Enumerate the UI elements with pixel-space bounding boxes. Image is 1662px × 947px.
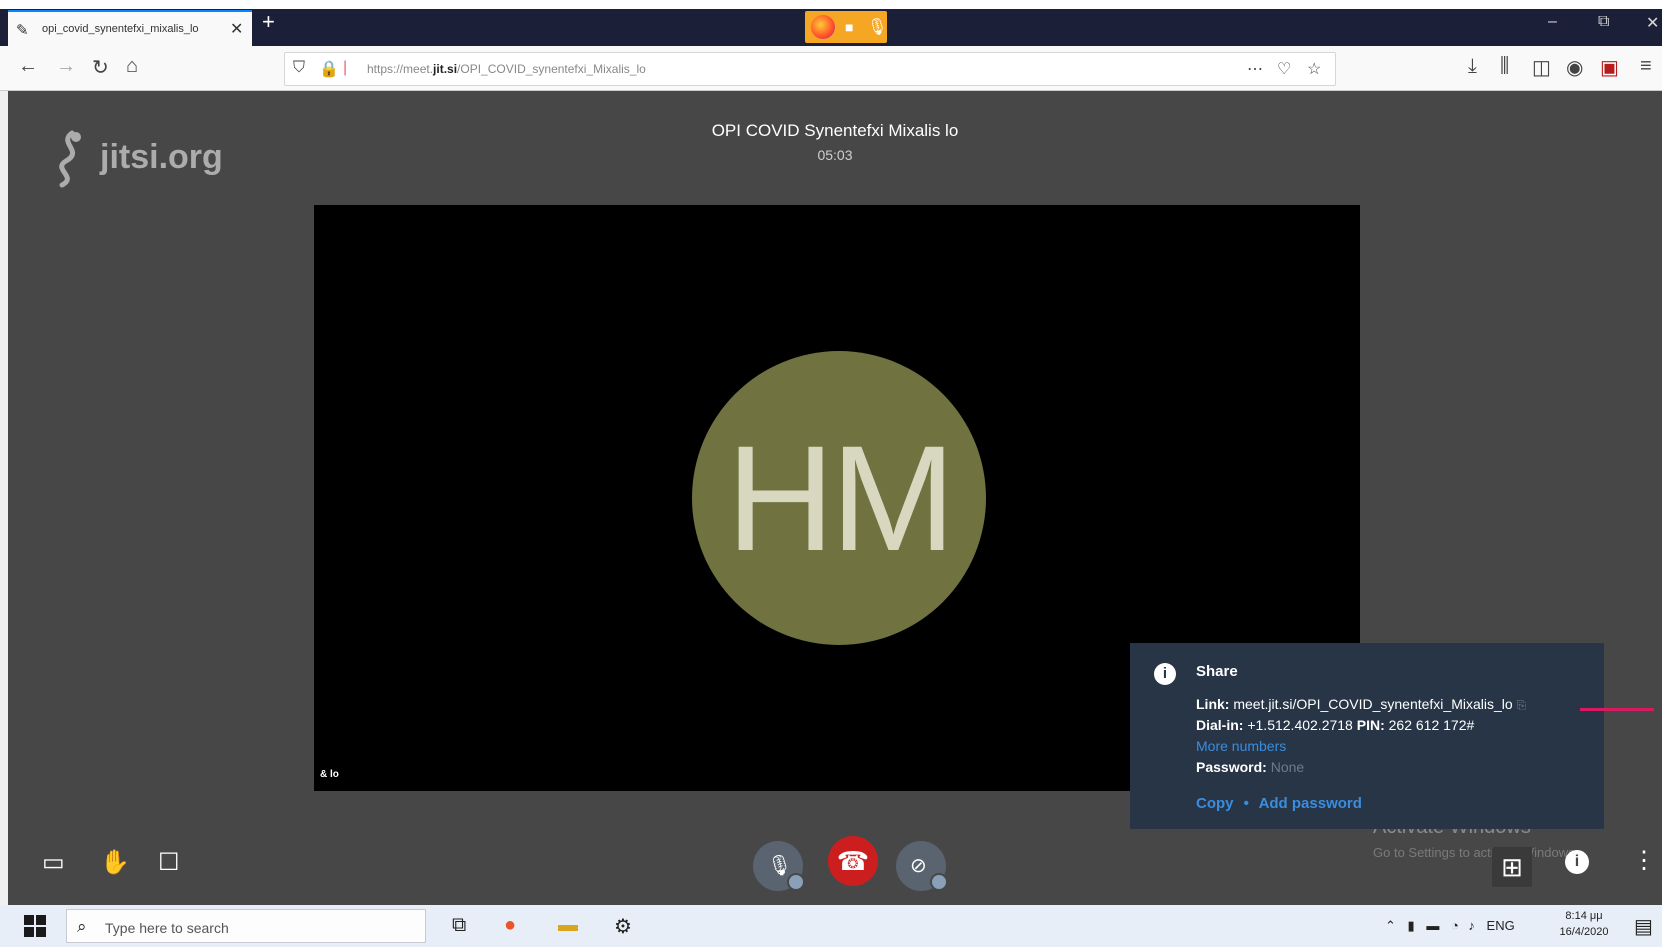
password-label: Password: xyxy=(1196,759,1267,775)
url-prefix: https://meet. xyxy=(367,62,434,76)
tray-microphone-icon[interactable]: ▮ xyxy=(1408,918,1415,933)
camera-sharing-icon: ■ xyxy=(845,19,854,35)
shield-icon[interactable]: ⛉ xyxy=(293,59,305,77)
conference-timer: 05:03 xyxy=(817,147,853,163)
tile-view-icon: ⊞ xyxy=(1501,852,1523,882)
forward-icon[interactable]: → xyxy=(56,55,76,78)
account-icon[interactable]: ◉ xyxy=(1566,55,1583,80)
settings-gear-icon[interactable]: ⚙ xyxy=(614,914,632,939)
search-placeholder: Type here to search xyxy=(105,920,229,936)
microphone-sharing-icon: 🎙 xyxy=(867,19,888,36)
microphone-muted-button[interactable]: 🎙 xyxy=(753,841,805,891)
windows-taskbar: ⌕ Type here to search ⧉ ● ▬ ⚙ ⌃ ▮ ▬ ◔ ♪ … xyxy=(0,905,1662,947)
share-heading: Share xyxy=(1196,663,1238,680)
file-explorer-icon[interactable]: ▬ xyxy=(558,914,578,937)
url-text[interactable]: https://meet.jit.si/OPI_COVID_synentefxi… xyxy=(367,62,646,76)
windows-start-icon[interactable] xyxy=(24,915,48,939)
clock-date: 16/4/2020 xyxy=(1559,926,1609,938)
browser-navbar: ← → ↻ ⌂ ⛉ 🔒 | https://meet.jit.si/OPI_CO… xyxy=(0,46,1662,91)
screen-share-icon[interactable]: ▭ xyxy=(42,848,65,877)
taskbar-clock[interactable]: 8:14 μμ 16/4/2020 xyxy=(1556,908,1612,940)
tray-network-icon[interactable]: ◔ xyxy=(1451,918,1459,933)
search-icon: ⌕ xyxy=(77,917,87,936)
pin-value: 262 612 172# xyxy=(1388,717,1475,733)
pdf-extension-icon[interactable]: ▣ xyxy=(1600,55,1619,80)
dialin-number: +1.512.402.2718 xyxy=(1247,717,1353,733)
minimize-button[interactable]: ‒ xyxy=(1548,13,1557,31)
dialin-label: Dial-in: xyxy=(1196,717,1244,733)
share-info-popup: i Share Link: meet.jit.si/OPI_COVID_syne… xyxy=(1130,643,1604,829)
url-path: /OPI_COVID_synentefxi_Mixalis_lo xyxy=(457,62,646,76)
avatar-initials: HM xyxy=(726,413,955,582)
task-view-icon[interactable]: ⧉ xyxy=(452,914,466,937)
lock-icon[interactable]: 🔒 xyxy=(319,59,339,79)
camera-off-icon: ⊘ xyxy=(910,855,927,877)
taskbar-search-box[interactable]: ⌕ Type here to search xyxy=(66,909,426,943)
add-password-button[interactable]: Add password xyxy=(1259,795,1362,812)
participant-name-label: & lo xyxy=(320,769,339,780)
info-icon: i xyxy=(1154,663,1176,685)
back-icon[interactable]: ← xyxy=(18,55,38,78)
media-sharing-indicator[interactable]: ■ 🎙 xyxy=(805,11,887,43)
info-icon: i xyxy=(1574,853,1580,870)
window-top-edge xyxy=(0,0,1662,9)
microphone-permission-icon[interactable]: | xyxy=(343,59,347,77)
url-bar[interactable]: ⛉ 🔒 | https://meet.jit.si/OPI_COVID_syne… xyxy=(284,52,1336,86)
tray-chevron-up-icon[interactable]: ⌃ xyxy=(1385,918,1396,933)
tray-battery-icon[interactable]: ▬ xyxy=(1426,918,1439,933)
link-value[interactable]: meet.jit.si/OPI_COVID_synentefxi_Mixalis… xyxy=(1233,696,1512,712)
clock-time: 8:14 μμ xyxy=(1565,910,1603,922)
page-actions-icon[interactable]: ⋯ xyxy=(1247,59,1263,79)
close-window-button[interactable]: ✕ xyxy=(1646,13,1659,33)
bookmark-star-icon[interactable]: ☆ xyxy=(1307,59,1321,79)
share-link-row: Link: meet.jit.si/OPI_COVID_synentefxi_M… xyxy=(1196,696,1526,713)
annotation-pointer-line xyxy=(1580,708,1654,711)
library-icon[interactable]: ⫼ xyxy=(1500,55,1509,78)
info-button[interactable]: i xyxy=(1565,850,1589,874)
password-value: None xyxy=(1270,759,1305,775)
tab-close-icon[interactable]: ✕ xyxy=(230,19,243,39)
activate-windows-subtext: Go to Settings to activate Windows. xyxy=(1373,845,1579,860)
browser-tab-active[interactable]: ✎ opi_covid_synentefxi_mixalis_lo ✕ xyxy=(8,10,252,46)
home-icon[interactable]: ⌂ xyxy=(126,55,138,78)
participant-avatar: HM xyxy=(692,351,986,645)
firefox-icon xyxy=(811,15,835,39)
tray-volume-icon[interactable]: ♪ xyxy=(1468,918,1475,933)
link-label: Link: xyxy=(1196,696,1230,712)
pin-label: PIN: xyxy=(1356,717,1385,733)
firefox-taskbar-icon[interactable]: ● xyxy=(504,914,516,937)
downloads-icon[interactable]: ⤓ xyxy=(1468,55,1477,78)
camera-off-button[interactable]: ⊘ xyxy=(896,841,948,891)
notification-center-icon[interactable]: ▤ xyxy=(1634,914,1653,939)
chat-icon[interactable]: ☐ xyxy=(158,848,180,877)
system-tray: ⌃ ▮ ▬ ◔ ♪ ENG xyxy=(1385,918,1515,934)
menu-icon[interactable]: ≡ xyxy=(1640,55,1652,78)
copy-link-button[interactable]: Copy xyxy=(1196,795,1234,812)
microphone-muted-icon: 🎙 xyxy=(767,855,793,877)
pocket-icon[interactable]: ♡ xyxy=(1277,59,1291,79)
audio-settings-badge[interactable] xyxy=(787,873,805,891)
copy-link-icon[interactable]: ⎘ xyxy=(1517,698,1527,712)
more-numbers-link[interactable]: More numbers xyxy=(1196,738,1286,754)
sidebar-icon[interactable]: ◫ xyxy=(1532,55,1551,80)
raise-hand-icon[interactable]: ✋ xyxy=(100,848,130,877)
more-options-icon[interactable]: ⋮ xyxy=(1632,846,1656,875)
new-tab-button[interactable]: + xyxy=(262,11,275,33)
conference-title: OPI COVID Synentefxi Mixalis lo xyxy=(711,121,959,140)
video-settings-badge[interactable] xyxy=(930,873,948,891)
jitsi-favicon-icon: ✎ xyxy=(16,22,29,39)
hangup-icon: ☎ xyxy=(836,846,870,876)
tile-view-button[interactable]: ⊞ xyxy=(1492,847,1532,887)
tray-language[interactable]: ENG xyxy=(1487,918,1515,933)
share-actions: Copy • Add password xyxy=(1196,795,1362,812)
browser-tab-strip: ✎ opi_covid_synentefxi_mixalis_lo ✕ + ■ … xyxy=(0,0,1662,46)
reload-icon[interactable]: ↻ xyxy=(92,55,109,80)
actions-separator: • xyxy=(1243,795,1249,812)
password-row: Password: None xyxy=(1196,759,1304,775)
url-domain: jit.si xyxy=(433,62,458,76)
dialin-row: Dial-in: +1.512.402.2718 PIN: 262 612 17… xyxy=(1196,717,1474,733)
restore-button[interactable]: ⧉ xyxy=(1598,13,1609,31)
tab-title: opi_covid_synentefxi_mixalis_lo xyxy=(42,23,199,35)
hangup-button[interactable]: ☎ xyxy=(828,836,878,886)
